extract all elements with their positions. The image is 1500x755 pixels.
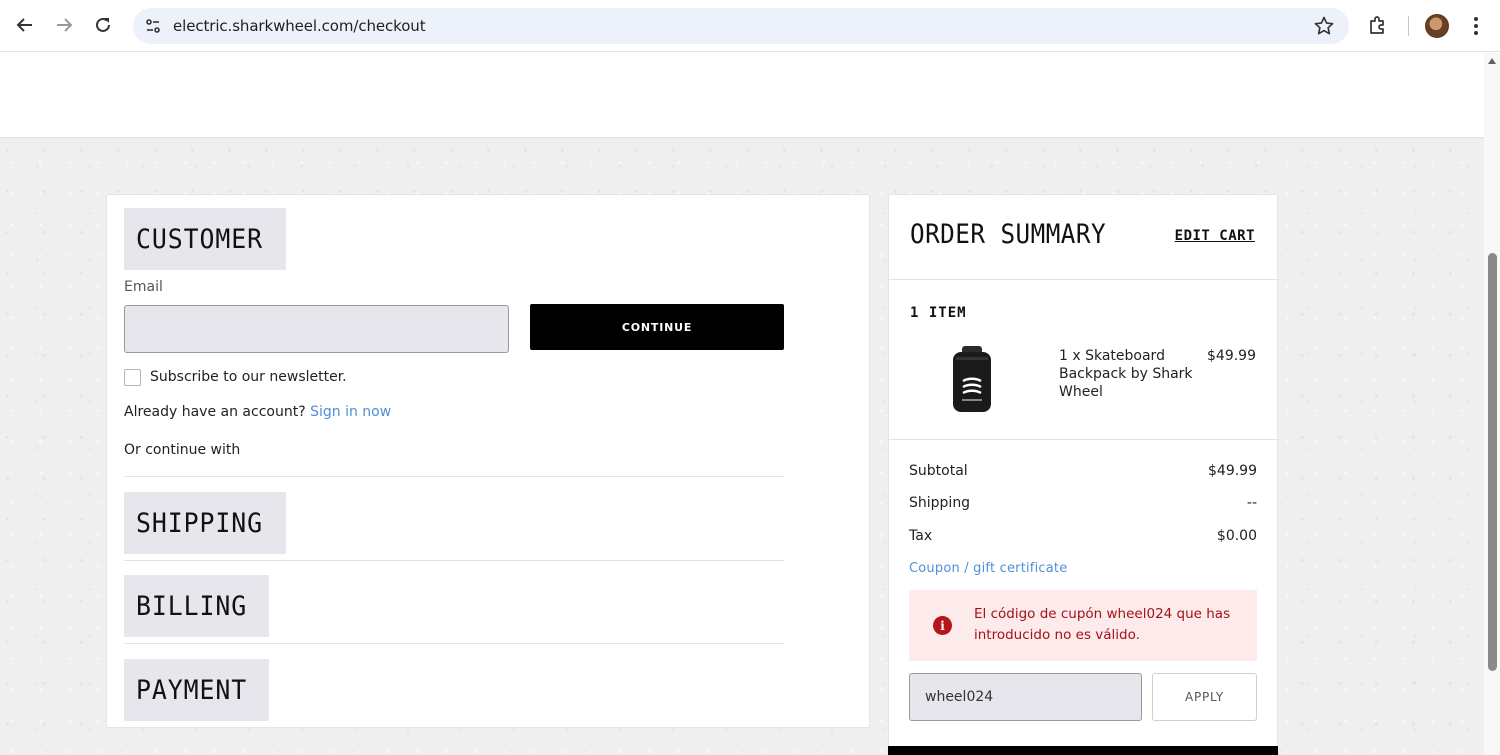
payment-heading: PAYMENT: [124, 659, 269, 721]
divider: [124, 476, 784, 477]
forward-arrow-icon[interactable]: [49, 10, 79, 40]
continue-with-text: Or continue with: [124, 442, 241, 458]
url-text[interactable]: electric.sharkwheel.com/checkout: [173, 17, 426, 35]
billing-heading: BILLING: [124, 575, 269, 637]
shipping-row: Shipping --: [909, 495, 1257, 511]
subtotal-value: $49.99: [1208, 463, 1257, 479]
sign-in-link[interactable]: Sign in now: [310, 404, 391, 420]
newsletter-label: Subscribe to our newsletter.: [150, 369, 347, 385]
backpack-icon: [948, 345, 996, 415]
account-prompt: Already have an account? Sign in now: [124, 404, 391, 420]
newsletter-checkbox[interactable]: [124, 369, 141, 386]
tax-value: $0.00: [1216, 528, 1257, 544]
divider: [124, 643, 784, 644]
email-field[interactable]: [124, 305, 509, 353]
apply-coupon-button[interactable]: APPLY: [1152, 673, 1257, 721]
tax-row: Tax $0.00: [909, 528, 1257, 544]
tax-label: Tax: [909, 528, 933, 544]
site-header: [0, 53, 1484, 138]
scrollbar-thumb[interactable]: [1488, 253, 1497, 671]
divider: [889, 279, 1279, 280]
edit-cart-link[interactable]: EDIT CART: [1175, 228, 1255, 244]
divider: [889, 439, 1279, 440]
coupon-link[interactable]: Coupon / gift certificate: [909, 561, 1067, 576]
place-order-bar: [888, 746, 1278, 755]
error-info-icon: i: [933, 616, 952, 635]
shipping-heading: SHIPPING: [124, 492, 287, 554]
coupon-error-message: El código de cupón wheel024 que has intr…: [974, 606, 1231, 643]
coupon-code-input[interactable]: wheel024: [909, 673, 1142, 721]
email-label: Email: [124, 279, 163, 295]
subtotal-label: Subtotal: [909, 463, 968, 479]
toolbar-divider: [1408, 16, 1409, 36]
order-summary-panel: ORDER SUMMARY EDIT CART 1 ITEM 1 x Skate…: [888, 194, 1279, 755]
bookmark-star-icon[interactable]: [1313, 15, 1335, 37]
continue-button[interactable]: CONTINUE: [530, 304, 784, 350]
extensions-puzzle-icon[interactable]: [1366, 13, 1392, 39]
order-summary-title: ORDER SUMMARY: [910, 219, 1107, 250]
subtotal-row: Subtotal $49.99: [909, 463, 1257, 479]
product-price: $49.99: [1207, 348, 1256, 364]
site-settings-icon[interactable]: [141, 14, 165, 38]
shipping-label: Shipping: [909, 495, 971, 511]
divider: [124, 560, 784, 561]
address-bar[interactable]: electric.sharkwheel.com/checkout: [133, 8, 1349, 44]
scroll-up-arrow-icon[interactable]: [1488, 58, 1496, 64]
account-prompt-text: Already have an account?: [124, 404, 306, 420]
browser-toolbar: electric.sharkwheel.com/checkout: [0, 0, 1500, 52]
coupon-error-alert: i El código de cupón wheel024 que has in…: [909, 590, 1257, 661]
profile-avatar[interactable]: [1425, 14, 1449, 38]
checkout-steps-panel: CUSTOMER Email CONTINUE Subscribe to our…: [106, 194, 870, 728]
shipping-value: --: [1246, 495, 1257, 511]
more-menu-icon[interactable]: [1464, 13, 1488, 39]
items-count: 1 ITEM: [910, 305, 967, 321]
reload-icon[interactable]: [88, 10, 118, 40]
product-name: 1 x Skateboard Backpack by Shark Wheel: [1059, 348, 1193, 400]
customer-heading: CUSTOMER: [124, 208, 287, 270]
back-arrow-icon[interactable]: [10, 10, 40, 40]
